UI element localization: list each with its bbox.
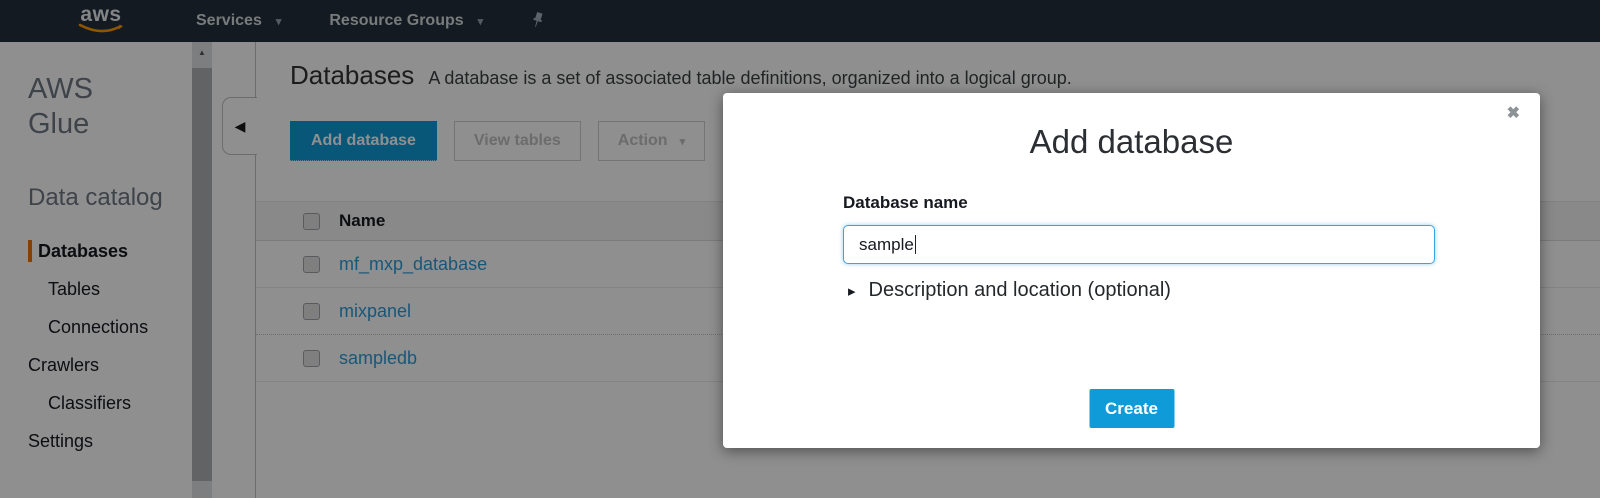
create-button[interactable]: Create bbox=[1089, 389, 1174, 428]
disclosure-right-icon: ▸ bbox=[848, 282, 856, 300]
text-cursor bbox=[915, 235, 916, 254]
disclosure-label: Description and location (optional) bbox=[869, 279, 1171, 302]
description-location-disclosure[interactable]: ▸ Description and location (optional) bbox=[848, 279, 1540, 302]
database-name-input[interactable]: sample bbox=[843, 225, 1435, 264]
database-name-label: Database name bbox=[843, 193, 1540, 213]
database-name-value: sample bbox=[859, 235, 914, 255]
aws-glue-console: aws Services ▾ Resource Groups ▾ bbox=[0, 0, 1600, 498]
close-icon[interactable]: ✖ bbox=[1507, 103, 1520, 123]
create-label: Create bbox=[1105, 399, 1158, 419]
add-database-modal: ✖ Add database Database name sample ▸ De… bbox=[723, 93, 1540, 448]
modal-title: Add database bbox=[723, 123, 1540, 161]
